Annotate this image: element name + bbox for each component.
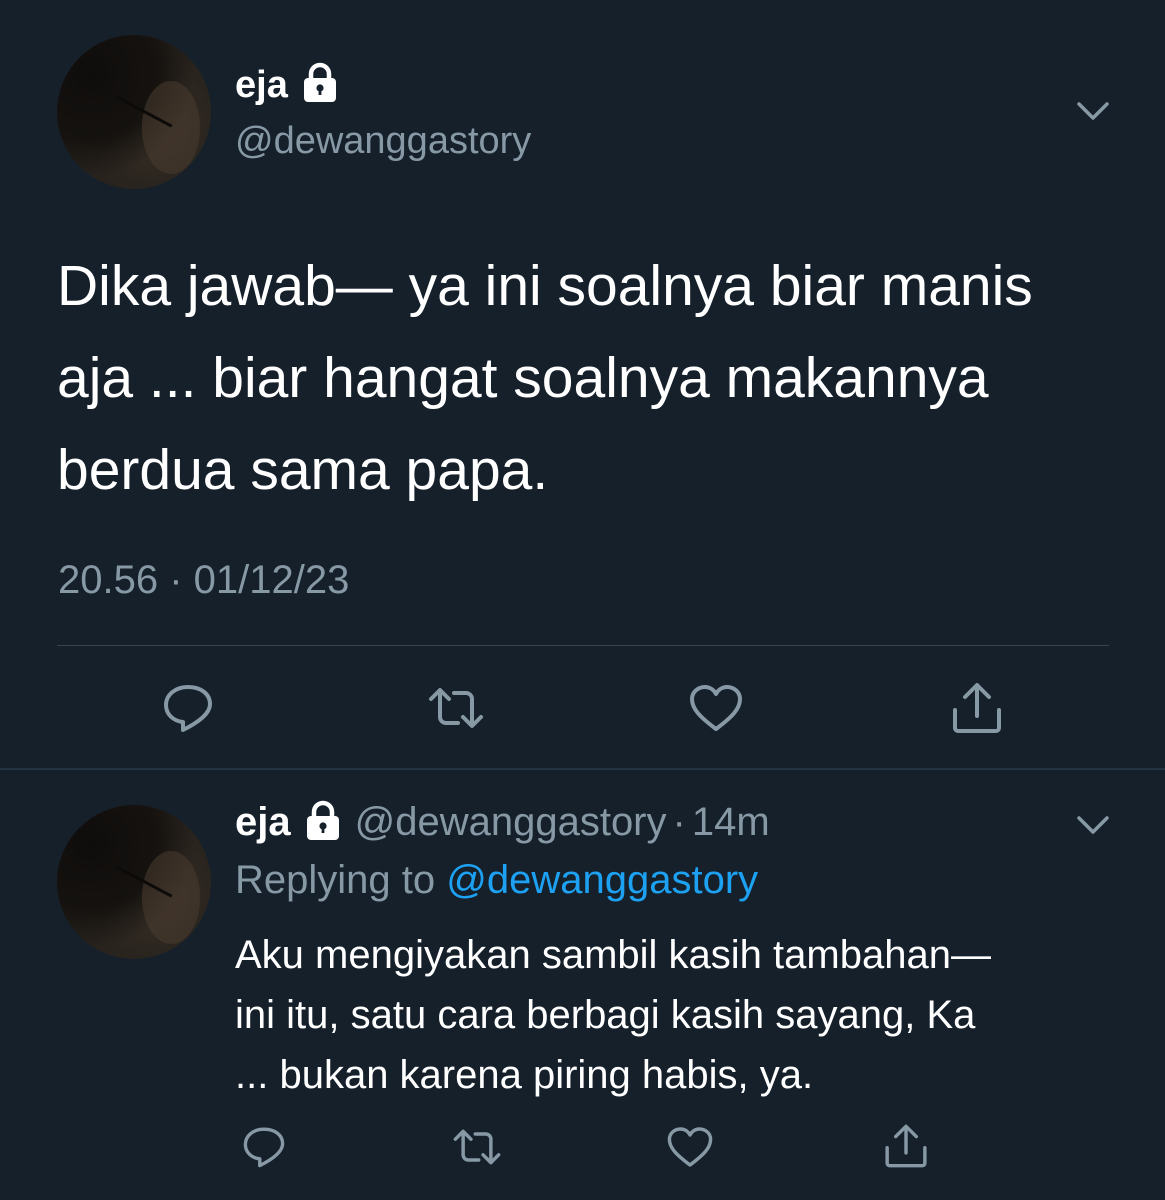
reply-tweet[interactable]: eja @dewanggastory · 14m Replying to @de… <box>0 770 1165 1200</box>
display-name[interactable]: eja <box>235 64 288 107</box>
reply-text: Aku mengiyakan sambil kasih tambahan— in… <box>235 933 991 1097</box>
like-button[interactable] <box>686 680 746 736</box>
reply-icon <box>164 685 212 732</box>
retweet-button[interactable] <box>424 680 488 736</box>
lock-icon <box>303 800 343 847</box>
reply-header: eja @dewanggastory · 14m <box>235 800 770 847</box>
separator-dot: · <box>672 800 686 844</box>
heart-icon <box>667 1127 713 1167</box>
reply-button[interactable] <box>238 1122 290 1172</box>
like-button[interactable] <box>664 1122 716 1172</box>
share-button[interactable] <box>945 678 1009 738</box>
replying-prefix: Replying to <box>235 858 436 902</box>
share-icon <box>953 683 1001 733</box>
replying-to: Replying to @dewanggastory <box>235 858 758 903</box>
share-icon <box>885 1124 927 1168</box>
relative-time[interactable]: 14m <box>692 800 770 845</box>
display-name[interactable]: eja <box>235 800 291 845</box>
retweet-icon <box>453 1129 501 1165</box>
replying-mention-link[interactable]: @dewanggastory <box>446 858 758 902</box>
tweet-timestamp[interactable]: 20.56 · 01/12/23 <box>58 558 349 603</box>
avatar[interactable] <box>57 805 211 959</box>
chevron-down-icon[interactable] <box>1073 96 1113 131</box>
avatar[interactable] <box>57 35 211 189</box>
retweet-button[interactable] <box>449 1122 505 1172</box>
author-name-row: eja <box>235 62 340 109</box>
retweet-icon <box>429 688 483 728</box>
share-button[interactable] <box>878 1120 934 1172</box>
chevron-down-icon[interactable] <box>1073 810 1113 845</box>
author-handle[interactable]: @dewanggastory <box>355 800 667 845</box>
heart-icon <box>690 685 742 731</box>
main-tweet: eja @dewanggastory Dika jawab— ya ini so… <box>0 0 1165 768</box>
lock-icon <box>300 62 340 109</box>
reply-icon <box>243 1127 285 1168</box>
author-handle[interactable]: @dewanggastory <box>235 120 531 163</box>
reply-button[interactable] <box>158 680 218 736</box>
tweet-text: Dika jawab— ya ini soalnya biar manis aj… <box>57 254 1033 502</box>
divider <box>57 645 1109 646</box>
